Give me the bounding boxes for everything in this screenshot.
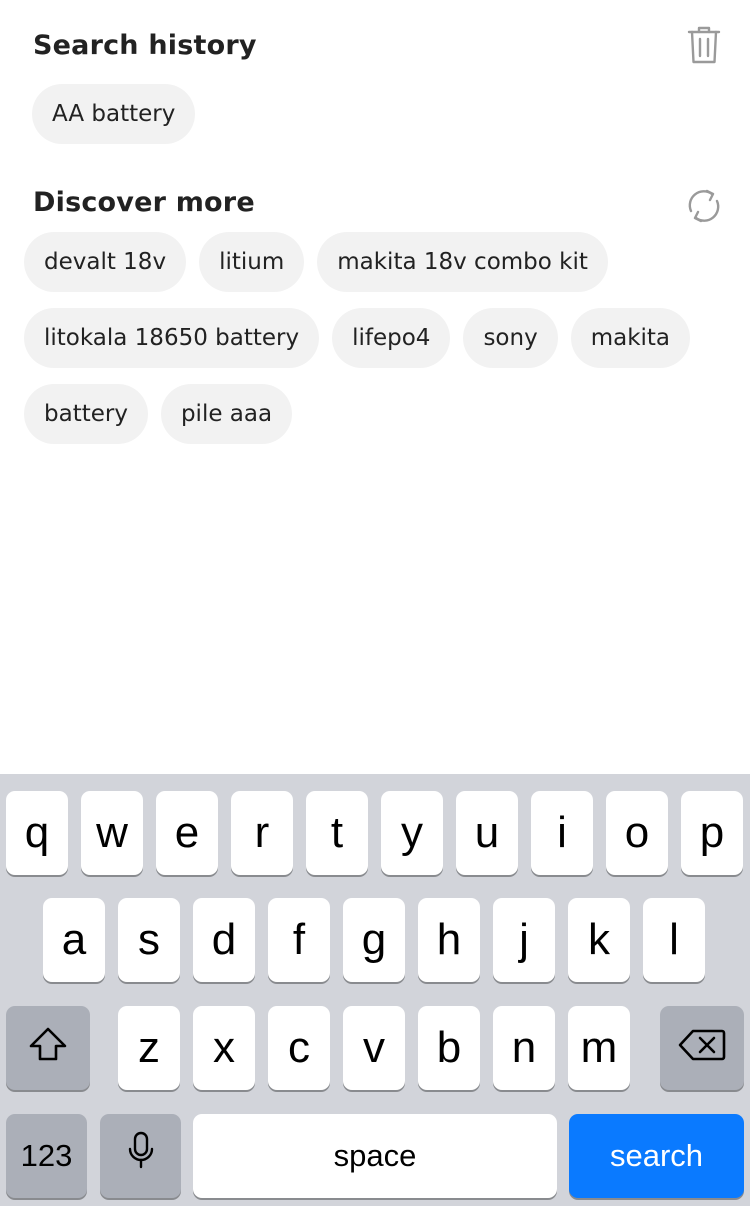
key-o[interactable]: o bbox=[606, 791, 668, 875]
key-h[interactable]: h bbox=[418, 898, 480, 982]
key-w[interactable]: w bbox=[81, 791, 143, 875]
key-g[interactable]: g bbox=[343, 898, 405, 982]
backspace-key[interactable] bbox=[660, 1006, 744, 1090]
key-y[interactable]: y bbox=[381, 791, 443, 875]
discover-chip[interactable]: battery bbox=[24, 384, 148, 444]
discover-chip[interactable]: pile aaa bbox=[160, 384, 293, 444]
discover-more-list: devalt 18v litium makita 18v combo kit l… bbox=[24, 232, 726, 444]
search-history-list: AA battery bbox=[32, 84, 726, 144]
key-z[interactable]: z bbox=[118, 1006, 180, 1090]
key-u[interactable]: u bbox=[456, 791, 518, 875]
discover-chip[interactable]: litokala 18650 battery bbox=[24, 308, 320, 368]
trash-icon[interactable] bbox=[682, 23, 726, 67]
shift-icon bbox=[28, 1023, 68, 1073]
numbers-key[interactable]: 123 bbox=[6, 1114, 87, 1198]
shift-key[interactable] bbox=[6, 1006, 90, 1090]
key-s[interactable]: s bbox=[118, 898, 180, 982]
key-p[interactable]: p bbox=[681, 791, 743, 875]
key-x[interactable]: x bbox=[193, 1006, 255, 1090]
discover-chip[interactable]: makita bbox=[570, 308, 691, 368]
key-j[interactable]: j bbox=[493, 898, 555, 982]
on-screen-keyboard: q w e r t y u i o p a s d f g h j k l z … bbox=[0, 774, 750, 1206]
search-history-title: Search history bbox=[33, 29, 257, 61]
key-e[interactable]: e bbox=[156, 791, 218, 875]
discover-chip[interactable]: makita 18v combo kit bbox=[317, 232, 608, 292]
microphone-key[interactable] bbox=[100, 1114, 181, 1198]
key-k[interactable]: k bbox=[568, 898, 630, 982]
key-v[interactable]: v bbox=[343, 1006, 405, 1090]
space-key[interactable]: space bbox=[193, 1114, 557, 1198]
discover-chip[interactable]: devalt 18v bbox=[24, 232, 187, 292]
key-n[interactable]: n bbox=[493, 1006, 555, 1090]
discover-chip[interactable]: litium bbox=[199, 232, 305, 292]
microphone-icon bbox=[127, 1131, 155, 1182]
discover-chip[interactable]: lifepo4 bbox=[332, 308, 451, 368]
search-key[interactable]: search bbox=[569, 1114, 744, 1198]
key-b[interactable]: b bbox=[418, 1006, 480, 1090]
discover-more-header: Discover more bbox=[33, 176, 726, 228]
key-d[interactable]: d bbox=[193, 898, 255, 982]
history-chip[interactable]: AA battery bbox=[32, 84, 196, 144]
refresh-icon[interactable] bbox=[682, 184, 726, 228]
key-t[interactable]: t bbox=[306, 791, 368, 875]
key-i[interactable]: i bbox=[531, 791, 593, 875]
search-history-header: Search history bbox=[33, 23, 726, 67]
key-c[interactable]: c bbox=[268, 1006, 330, 1090]
key-r[interactable]: r bbox=[231, 791, 293, 875]
key-m[interactable]: m bbox=[568, 1006, 630, 1090]
discover-more-title: Discover more bbox=[33, 186, 255, 218]
backspace-icon bbox=[678, 1023, 726, 1073]
search-page: Search history AA battery Discover more bbox=[0, 0, 750, 1206]
key-f[interactable]: f bbox=[268, 898, 330, 982]
key-l[interactable]: l bbox=[643, 898, 705, 982]
key-q[interactable]: q bbox=[6, 791, 68, 875]
key-a[interactable]: a bbox=[43, 898, 105, 982]
discover-chip[interactable]: sony bbox=[463, 308, 558, 368]
